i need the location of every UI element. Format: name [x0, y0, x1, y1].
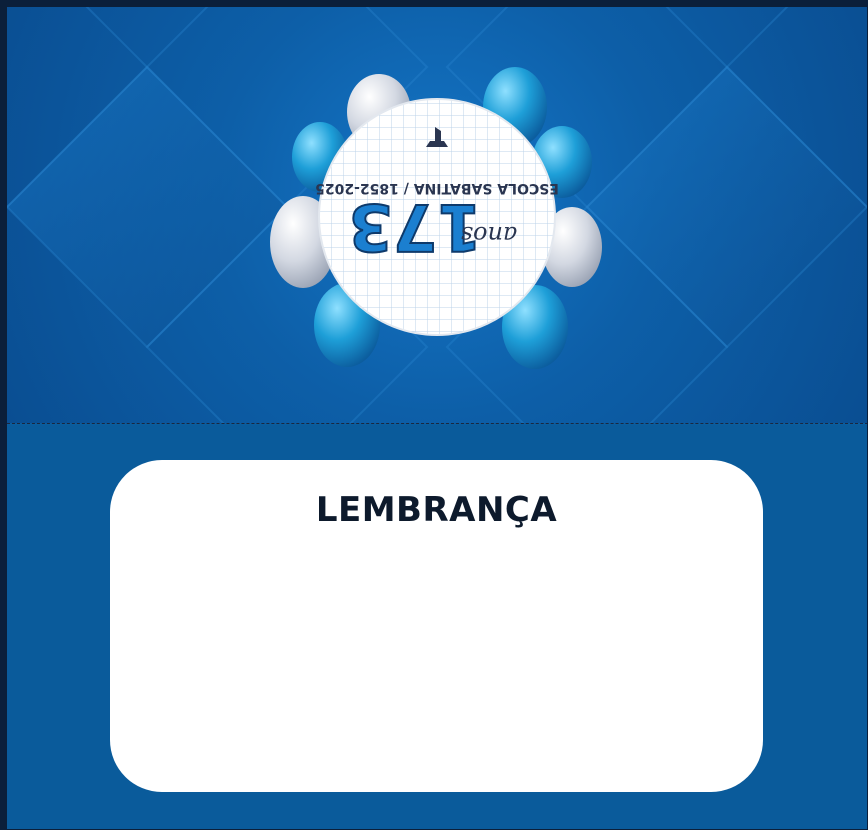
anniversary-emblem: ESCOLA SABATINA / 1852-2025 173 anos — [270, 67, 602, 369]
emblem-script-word: anos — [461, 221, 518, 249]
fold-line — [7, 423, 867, 424]
decorative-top-panel: ESCOLA SABATINA / 1852-2025 173 anos — [7, 7, 867, 423]
label-sheet: ESCOLA SABATINA / 1852-2025 173 anos LEM… — [0, 0, 868, 830]
label-title: LEMBRANÇA — [315, 490, 558, 530]
label-card: LEMBRANÇA — [110, 460, 763, 792]
